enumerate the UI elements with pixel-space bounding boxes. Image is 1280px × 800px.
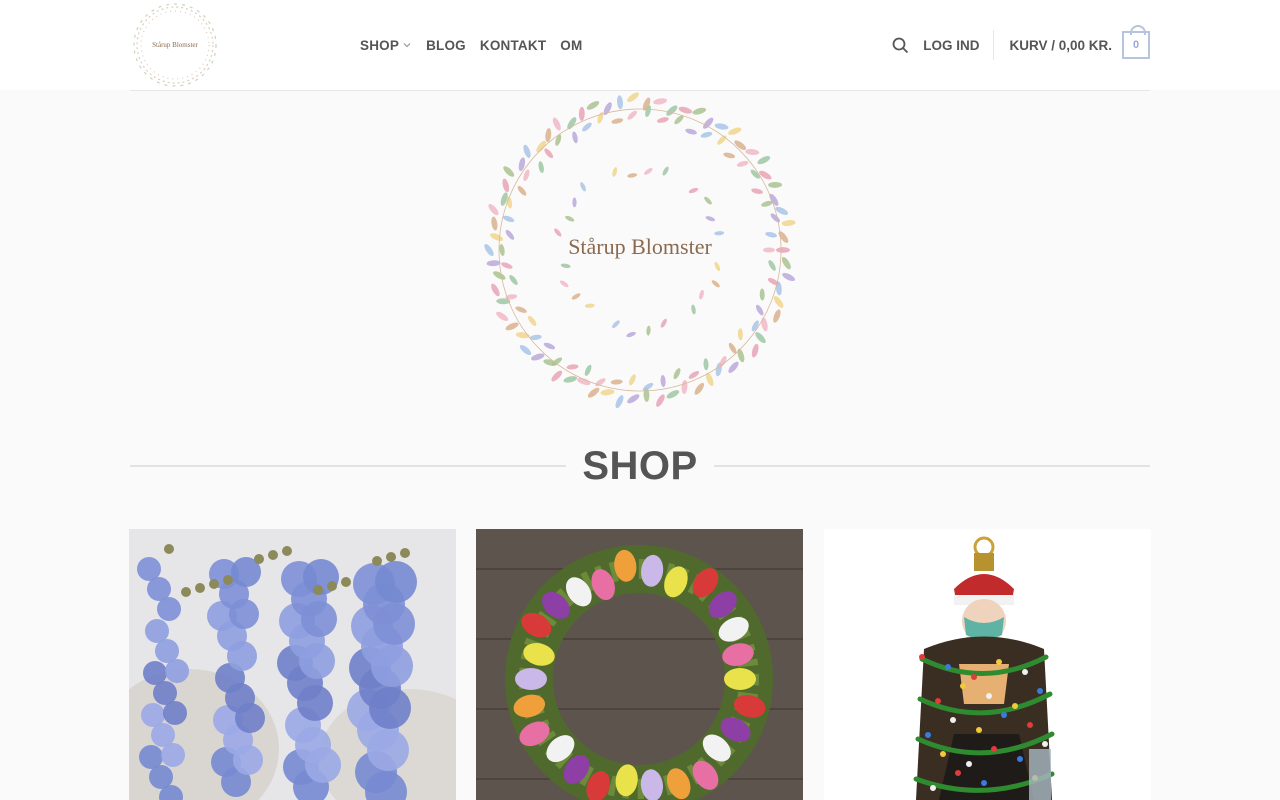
page-title: SHOP — [582, 443, 698, 488]
cart-link[interactable]: KURV / 0,00 KR. — [1009, 38, 1112, 53]
logo-small-text: Stårup Blomster — [152, 41, 198, 49]
nav-item-blog-label: BLOG — [426, 37, 466, 53]
nav-item-kontakt[interactable]: KONTAKT — [480, 38, 546, 53]
heading-line-left — [130, 465, 567, 467]
cart-icon[interactable]: 0 — [1122, 25, 1150, 59]
header-divider — [993, 30, 995, 60]
hero-logo: Stårup Blomster — [480, 90, 800, 410]
site-logo[interactable]: Stårup Blomster — [130, 0, 220, 90]
heading-line-right — [713, 465, 1151, 467]
header-tools: LOG IND KURV / 0,00 KR. 0 — [892, 0, 1150, 90]
search-icon[interactable] — [892, 37, 909, 54]
header-inner: Stårup Blomster SHOP BLOG KONTAKT OM LOG… — [130, 0, 1150, 90]
product-card-tulip-wreath[interactable] — [476, 529, 803, 800]
nav-item-blog[interactable]: BLOG — [426, 38, 466, 53]
product-card-santa-ornament[interactable] — [824, 529, 1151, 800]
nav-item-om[interactable]: OM — [560, 38, 582, 53]
shop-heading: SHOP — [130, 440, 1151, 492]
chevron-down-icon — [403, 43, 411, 48]
product-image-santa-ornament — [824, 529, 1151, 800]
nav-item-kontakt-label: KONTAKT — [479, 37, 547, 53]
product-card-blue-bouquet[interactable] — [129, 529, 456, 800]
main-nav: SHOP BLOG KONTAKT OM — [360, 0, 582, 90]
cart-count: 0 — [1132, 39, 1140, 51]
nav-item-om-label: OM — [560, 37, 583, 53]
hero-logo-text: Stårup Blomster — [568, 234, 712, 259]
site-header: Stårup Blomster SHOP BLOG KONTAKT OM LOG… — [0, 0, 1280, 90]
product-image-blue-bouquet — [129, 529, 456, 800]
login-link[interactable]: LOG IND — [923, 38, 979, 53]
nav-item-shop-label: SHOP — [360, 37, 400, 53]
product-image-tulip-wreath — [476, 529, 803, 800]
nav-item-shop[interactable]: SHOP — [360, 38, 412, 53]
floral-wreath-icon: Stårup Blomster — [484, 92, 796, 409]
